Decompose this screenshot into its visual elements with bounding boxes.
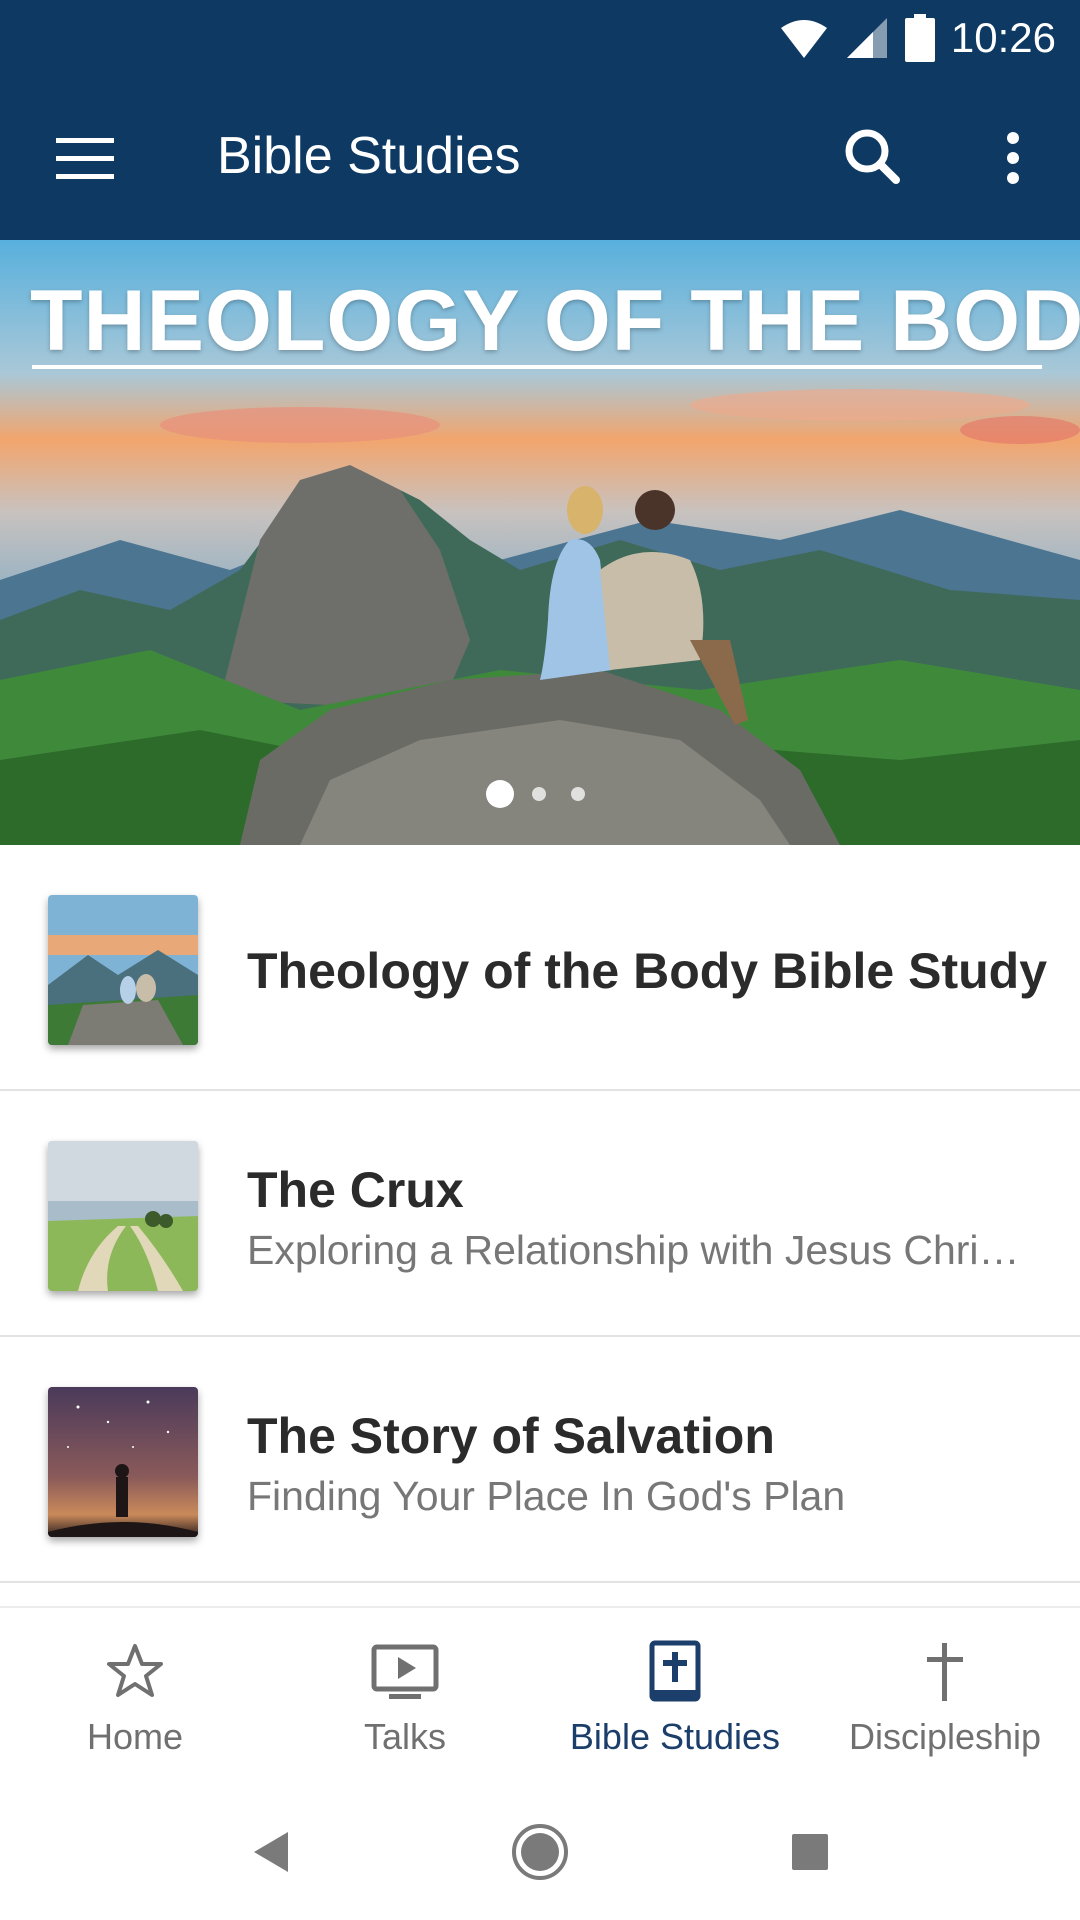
carousel-dot-active[interactable]: [486, 780, 514, 808]
nav-item-home[interactable]: Home: [0, 1608, 270, 1786]
study-thumbnail: [48, 1141, 198, 1291]
system-back-button[interactable]: [230, 1812, 310, 1892]
menu-button[interactable]: [50, 128, 120, 188]
hero-title-underline: [32, 365, 1042, 369]
search-icon: [845, 129, 900, 184]
study-thumbnail: [48, 1387, 198, 1537]
wifi-icon: [780, 20, 827, 58]
tv-play-icon: [371, 1644, 439, 1699]
nav-item-discipleship[interactable]: Discipleship: [810, 1608, 1080, 1786]
hero-title: THEOLOGY OF THE BODY: [30, 273, 1080, 369]
list-item-title: The Crux: [247, 1162, 464, 1218]
page-title: Bible Studies: [217, 127, 521, 185]
nav-label: Bible Studies: [569, 1716, 781, 1757]
search-button[interactable]: [842, 126, 906, 190]
recents-square-icon: [792, 1834, 828, 1870]
hamburger-menu-icon: [56, 138, 114, 179]
list-item[interactable]: The Crux Exploring a Relationship with J…: [0, 1091, 1080, 1337]
back-triangle-icon: [254, 1832, 288, 1872]
carousel-dot[interactable]: [532, 787, 546, 801]
system-home-button[interactable]: [500, 1812, 580, 1892]
thumbnail-image: [48, 1387, 198, 1537]
bottom-navigation: Home Talks Bible Studies Discipleship: [0, 1606, 1080, 1784]
nav-label: Home: [86, 1716, 184, 1757]
nav-label: Talks: [363, 1716, 447, 1757]
app-bar: Bible Studies: [0, 76, 1080, 240]
carousel-dot[interactable]: [571, 787, 585, 801]
nav-item-talks[interactable]: Talks: [270, 1608, 540, 1786]
hero-carousel[interactable]: THEOLOGY OF THE BODY: [0, 240, 1080, 845]
thumbnail-image: [48, 895, 198, 1045]
list-item-title: Theology of the Body Bible Study: [247, 943, 1047, 999]
star-icon: [107, 1644, 163, 1697]
study-thumbnail: [48, 895, 198, 1045]
system-recents-button[interactable]: [770, 1812, 850, 1892]
more-vertical-icon: [1007, 132, 1019, 184]
cross-icon: [927, 1643, 963, 1701]
list-item-title: The Story of Salvation: [247, 1408, 775, 1464]
list-item[interactable]: The Story of Salvation Finding Your Plac…: [0, 1337, 1080, 1583]
battery-icon: [904, 14, 935, 62]
nav-item-bible-studies[interactable]: Bible Studies: [540, 1608, 810, 1786]
home-circle-icon: [512, 1824, 568, 1880]
thumbnail-image: [48, 1141, 198, 1291]
cell-signal-icon: [846, 18, 887, 58]
bible-icon: [649, 1640, 701, 1702]
list-item[interactable]: Theology of the Body Bible Study: [0, 845, 1080, 1091]
list-item-subtitle: Exploring a Relationship with Jesus Chri…: [247, 1227, 1020, 1273]
nav-label: Discipleship: [848, 1716, 1042, 1757]
status-time: 10:26: [950, 14, 1056, 61]
list-item-subtitle: Finding Your Place In God's Plan: [247, 1473, 846, 1519]
system-navigation-bar: [0, 1784, 1080, 1920]
carousel-indicator: [0, 778, 1080, 808]
status-bar: 10:26: [0, 0, 1080, 76]
overflow-menu-button[interactable]: [990, 126, 1038, 190]
status-icons: 10:26: [779, 12, 1056, 64]
